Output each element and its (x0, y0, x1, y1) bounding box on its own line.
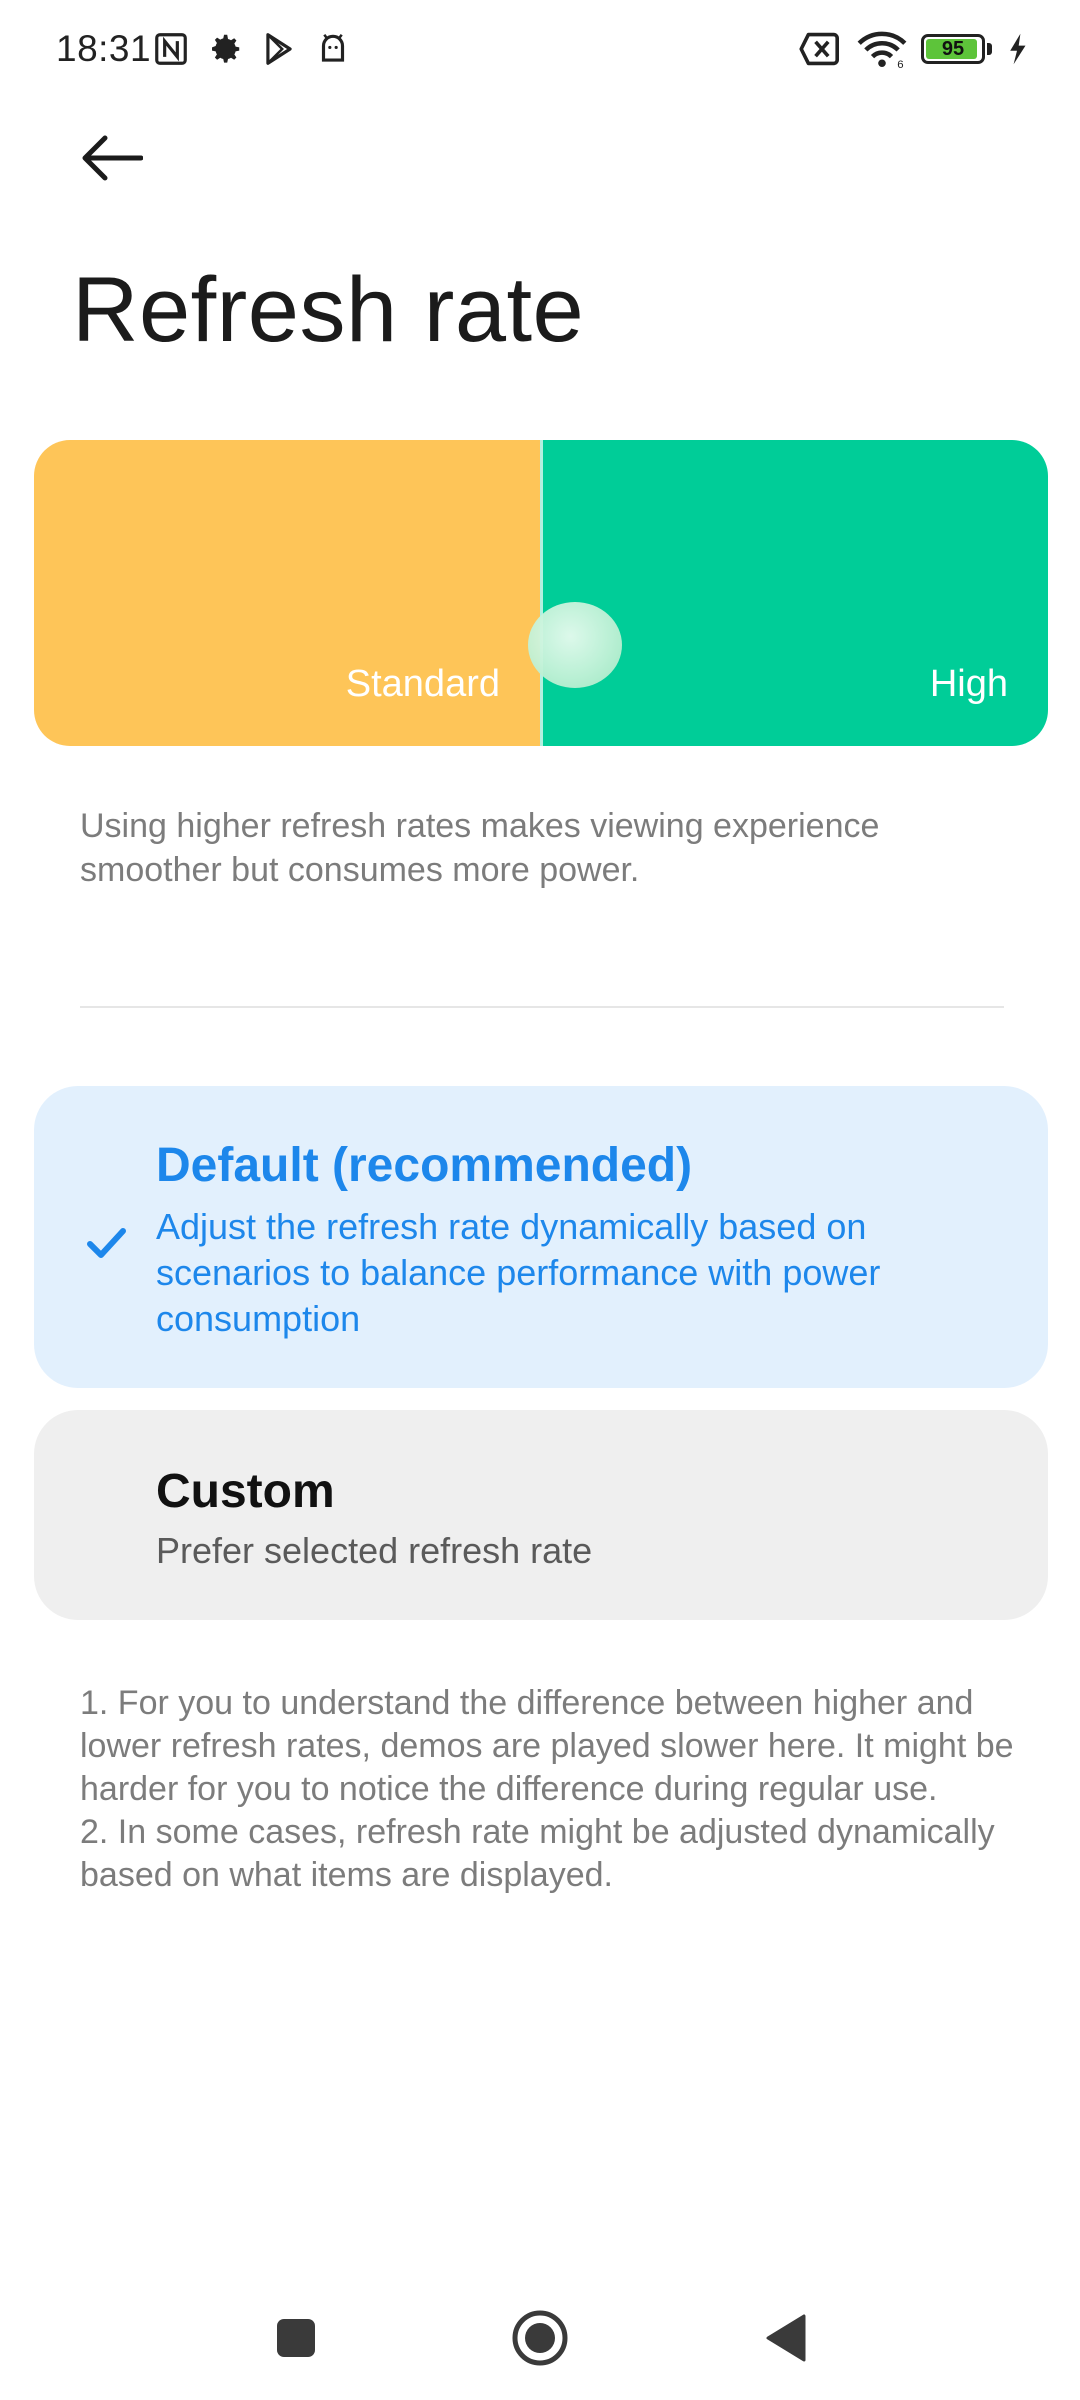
option-custom-subtitle: Prefer selected refresh rate (156, 1530, 593, 1571)
option-default-title: Default (recommended) (156, 1139, 693, 1192)
navigation-bar (0, 2286, 1080, 2386)
status-time: 18:31 (56, 28, 152, 69)
battery-level: 95 (941, 38, 965, 60)
option-custom[interactable]: Custom Prefer selected refresh rate (34, 1410, 1048, 1620)
standard-label: Standard (345, 663, 500, 705)
note-item: 1. For you to understand the difference … (80, 1684, 1014, 1808)
back-button[interactable] (68, 118, 156, 198)
check-icon (87, 1228, 126, 1258)
divider (80, 1006, 1004, 1008)
nfc-icon (155, 33, 187, 65)
battery-cap (987, 43, 992, 55)
no-sim-icon (799, 32, 839, 66)
home-circle-icon (512, 2310, 568, 2366)
demo-ball (528, 602, 622, 688)
status-left-icons (152, 30, 352, 68)
option-default[interactable]: Default (recommended) Adjust the refresh… (34, 1086, 1048, 1388)
back-triangle-icon (766, 2314, 806, 2362)
arrow-left-icon (82, 135, 143, 181)
status-bar: 18:31 6 95 (0, 0, 1080, 104)
wifi-icon: 6 (857, 31, 907, 68)
demo-standard-half: Standard (34, 440, 540, 746)
notes: 1. For you to understand the difference … (80, 1682, 1020, 1897)
nav-back-button[interactable] (756, 2308, 816, 2368)
high-label: High (929, 663, 1008, 705)
battery-icon: 95 (921, 34, 985, 64)
recents-button[interactable] (266, 2308, 326, 2368)
android-debug-icon (321, 33, 345, 62)
status-right-icons: 6 95 (799, 30, 1028, 68)
recents-square-icon (277, 2319, 315, 2357)
charging-bolt-icon (1010, 33, 1026, 65)
refresh-rate-demo: Standard High (34, 440, 1048, 746)
page-title: Refresh rate (72, 259, 585, 361)
gear-icon (212, 34, 240, 63)
option-default-subtitle: Adjust the refresh rate dynamically base… (156, 1206, 881, 1339)
option-custom-title: Custom (156, 1465, 335, 1518)
home-button[interactable] (510, 2308, 570, 2368)
demo-high-half: High (540, 440, 1048, 746)
play-store-icon (266, 33, 292, 65)
description: Using higher refresh rates makes viewing… (80, 807, 880, 889)
note-item: 2. In some cases, refresh rate might be … (80, 1813, 995, 1894)
svg-text:6: 6 (897, 59, 903, 68)
